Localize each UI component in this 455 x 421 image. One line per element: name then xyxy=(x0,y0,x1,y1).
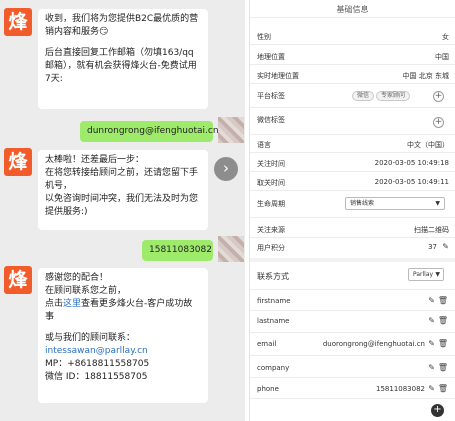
message-text: 后台直接回复工作邮箱（勿填163/qq邮箱），就有机会获得烽火台-免费试用7天: xyxy=(45,48,197,84)
trash-icon[interactable]: 🗑 xyxy=(438,339,448,348)
add-field-button[interactable]: + xyxy=(431,404,444,417)
field-label: 取关时间 xyxy=(257,179,285,187)
message-text: 点击 xyxy=(45,299,64,309)
user-info-panel: 基础信息 性别 女 地理位置 中国 实时地理位置 中国 北京 东城 平台标签 微… xyxy=(249,0,455,421)
field-label: firstname xyxy=(257,297,291,305)
edit-icon[interactable]: ✎ xyxy=(442,242,449,251)
field-value: 37 xyxy=(428,243,437,251)
section-title: 联系方式 xyxy=(257,272,289,281)
edit-icon[interactable]: ✎ xyxy=(428,316,435,325)
field-label: 用户积分 xyxy=(257,244,285,252)
message-text: 点击这里查看更多烽火台-客户成功故事 xyxy=(45,298,201,324)
trash-icon[interactable]: 🗑 xyxy=(438,296,448,305)
message-bubble: 收到，我们将为您提供B2C最优质的营销内容和服务😏 后台直接回复工作邮箱（勿填1… xyxy=(38,9,208,109)
field-label: 实时地理位置 xyxy=(257,72,299,80)
avatar: 烽 xyxy=(4,8,32,36)
select-value: 销售线索 xyxy=(350,200,375,207)
edit-icon[interactable]: ✎ xyxy=(428,339,435,348)
reply-text: dunrongrong@ifenghuotai.cn xyxy=(87,126,219,136)
edit-icon[interactable]: ✎ xyxy=(428,296,435,305)
field-value: duorongrong@ifenghuotai.cn xyxy=(322,340,425,348)
field-label: lastname xyxy=(257,317,290,325)
reply-bubble: dunrongrong@ifenghuotai.cn xyxy=(80,121,219,142)
message-text: 在顾问联系您之前， xyxy=(45,286,127,296)
edit-icon[interactable]: ✎ xyxy=(428,384,435,393)
field-value: 中国 xyxy=(435,53,449,61)
field-label: company xyxy=(257,364,290,372)
wechat-tags-row: 微信标签 + xyxy=(257,115,449,128)
field-value: 15811083082 xyxy=(376,385,425,393)
field-label: 语言 xyxy=(257,141,271,149)
message-bubble: 太棒啦！还差最后一步： 在将您转接给顾问之前，还请您留下手机号， 以免咨询时间冲… xyxy=(38,150,208,230)
tag[interactable]: 微信 xyxy=(352,91,375,101)
avatar: 烽 xyxy=(4,148,32,176)
field-label: phone xyxy=(257,385,279,393)
field-label: 生命周期 xyxy=(257,200,285,208)
tag[interactable]: 专家顾问 xyxy=(376,91,411,101)
field-label: 关注来源 xyxy=(257,226,285,234)
trash-icon[interactable]: 🗑 xyxy=(438,316,448,325)
select-value: Parllay xyxy=(413,271,434,278)
message-text: 收到，我们将为您提供B2C最优质的营销内容和服务😏 xyxy=(45,14,199,37)
message-text: 微信 ID：18811558705 xyxy=(45,372,148,382)
avatar xyxy=(218,236,244,262)
source-select[interactable]: Parllay ▼ xyxy=(408,268,444,281)
avatar xyxy=(218,117,244,143)
field-label: 性别 xyxy=(257,33,271,41)
avatar: 烽 xyxy=(4,266,32,294)
edit-icon[interactable]: ✎ xyxy=(428,363,435,372)
here-link[interactable]: 这里 xyxy=(63,299,81,309)
field-value: 2020-03-05 10:49:11 xyxy=(374,178,449,186)
platform-tags-row: 平台标签 微信 专家顾问 + xyxy=(257,91,449,103)
message-text: 以免咨询时间冲突，我们无法及时为您提供服务:) xyxy=(45,194,199,217)
message-text: 太棒啦！还差最后一步： xyxy=(45,155,145,165)
field-label: 关注时间 xyxy=(257,160,285,168)
reply-text: 15811083082 xyxy=(149,245,212,255)
trash-icon[interactable]: 🗑 xyxy=(438,384,448,393)
message-bubble: 感谢您的配合！ 在顾问联系您之前， 点击这里查看更多烽火台-客户成功故事 或与我… xyxy=(38,268,208,403)
chevron-right-icon[interactable]: › xyxy=(214,157,238,181)
lifecycle-row: 生命周期 销售线索 ▼ xyxy=(257,197,449,213)
field-value: 中国 北京 东城 xyxy=(402,72,449,80)
message-text: MP：+8618811558705 xyxy=(45,359,150,369)
trash-icon[interactable]: 🗑 xyxy=(438,363,448,372)
message-text: 感谢您的配合！ xyxy=(45,273,109,283)
lifecycle-select[interactable]: 销售线索 ▼ xyxy=(345,197,445,210)
chat-pane: 烽 收到，我们将为您提供B2C最优质的营销内容和服务😏 后台直接回复工作邮箱（勿… xyxy=(0,0,245,421)
caret-down-icon: ▼ xyxy=(435,271,440,278)
field-label: 平台标签 xyxy=(257,92,285,100)
field-label: 微信标签 xyxy=(257,116,285,124)
add-tag-icon[interactable]: + xyxy=(433,117,444,128)
add-tag-icon[interactable]: + xyxy=(433,91,444,102)
message-text: 或与我们的顾问联系： xyxy=(45,333,136,343)
field-label: email xyxy=(257,340,277,348)
panel-title: 基础信息 xyxy=(336,5,369,14)
reply-bubble: 15811083082 xyxy=(142,240,213,261)
email-link[interactable]: intessawan@parllay.cn xyxy=(45,345,201,358)
message-text: 在将您转接给顾问之前，还请您留下手机号， xyxy=(45,168,199,191)
caret-down-icon: ▼ xyxy=(435,200,440,207)
contact-header: 联系方式 Parllay ▼ xyxy=(257,268,449,285)
tag-list: 微信 专家顾问 xyxy=(352,91,412,101)
field-value: 女 xyxy=(442,33,449,41)
field-value: 扫描二维码 xyxy=(414,226,449,234)
field-value: 中文（中国） xyxy=(407,141,449,149)
field-value: 2020-03-05 10:49:18 xyxy=(374,159,449,167)
field-label: 地理位置 xyxy=(257,53,285,61)
